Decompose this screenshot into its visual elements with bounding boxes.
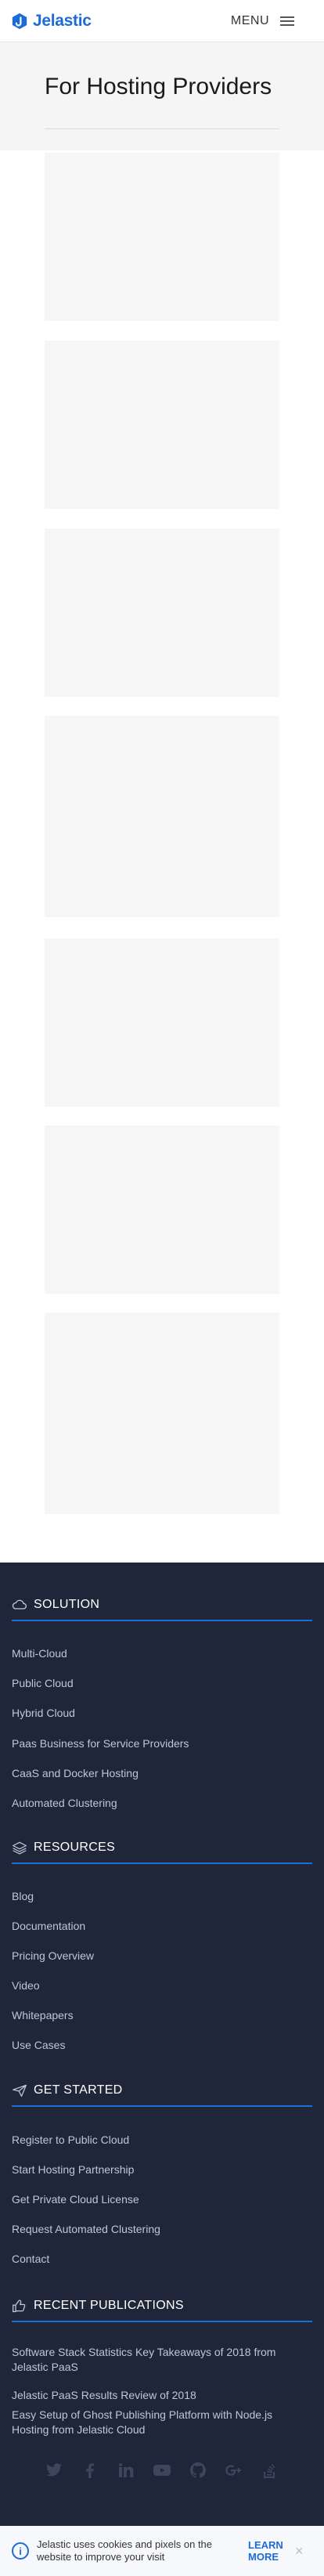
content-card — [45, 529, 279, 697]
content-card — [45, 1125, 279, 1294]
footer-resources-heading: RESOURCES — [12, 1833, 312, 1864]
publication-link[interactable]: Jelastic PaaS Results Review of 2018 — [12, 2388, 301, 2403]
github-icon[interactable] — [189, 2461, 207, 2480]
publication-link[interactable]: Software Stack Statistics Key Takeaways … — [12, 2345, 301, 2375]
layers-icon — [13, 1841, 27, 1855]
footer-solution-heading: SOLUTION — [12, 1590, 312, 1621]
footer-link-whitepapers[interactable]: Whitepapers — [12, 2009, 74, 2021]
footer-link-caas-docker[interactable]: CaaS and Docker Hosting — [12, 1767, 139, 1779]
cookie-message: Jelastic uses cookies and pixels on the … — [37, 2538, 213, 2563]
cloud-icon — [12, 1599, 27, 1610]
menu-button[interactable]: MENU — [231, 14, 294, 28]
page-title: For Hosting Providers — [45, 74, 272, 99]
cookie-banner: i Jelastic uses cookies and pixels on th… — [0, 2526, 324, 2576]
footer-link-request-clustering[interactable]: Request Automated Clustering — [12, 2223, 160, 2235]
footer-link-blog[interactable]: Blog — [12, 1890, 34, 1902]
footer-link-public-cloud[interactable]: Public Cloud — [12, 1677, 74, 1689]
footer-link-pricing-overview[interactable]: Pricing Overview — [12, 1949, 94, 1962]
thumbs-up-icon — [13, 2300, 26, 2313]
social-links — [45, 2461, 279, 2480]
menu-label: MENU — [230, 13, 269, 27]
content-card — [45, 1313, 279, 1514]
site-header: Jelastic MENU — [0, 0, 324, 42]
close-icon[interactable]: × — [295, 2543, 304, 2560]
facebook-icon[interactable] — [81, 2461, 99, 2480]
logo[interactable]: Jelastic — [11, 12, 92, 31]
footer-link-video[interactable]: Video — [12, 1979, 40, 1992]
footer-link-private-cloud-license[interactable]: Get Private Cloud License — [12, 2193, 139, 2206]
linkedin-icon[interactable] — [117, 2461, 135, 2480]
youtube-icon[interactable] — [153, 2461, 171, 2480]
footer-link-register-public-cloud[interactable]: Register to Public Cloud — [12, 2133, 129, 2146]
title-divider — [45, 128, 279, 129]
send-icon — [13, 2084, 27, 2097]
logo-text: Jelastic — [33, 11, 92, 30]
google-plus-icon[interactable] — [225, 2461, 243, 2480]
footer-publications-heading: RECENT PUBLICATIONS — [12, 2291, 312, 2322]
footer-link-documentation[interactable]: Documentation — [12, 1920, 85, 1932]
hamburger-icon — [280, 16, 294, 26]
content-card — [45, 153, 279, 321]
content-card — [45, 938, 279, 1107]
footer-link-paas-business[interactable]: Paas Business for Service Providers — [12, 1737, 189, 1750]
content-card — [45, 341, 279, 509]
footer-link-use-cases[interactable]: Use Cases — [12, 2039, 65, 2051]
learn-more-link[interactable]: LEARN MORE — [248, 2539, 283, 2563]
footer-get-started-heading: GET STARTED — [12, 2076, 312, 2107]
info-icon: i — [12, 2542, 29, 2560]
stackoverflow-icon[interactable] — [261, 2461, 279, 2480]
footer-link-contact[interactable]: Contact — [12, 2253, 49, 2265]
jelastic-logo-icon — [12, 13, 27, 29]
twitter-icon[interactable] — [45, 2461, 63, 2480]
hero-section: For Hosting Providers — [0, 42, 324, 150]
footer-link-automated-clustering[interactable]: Automated Clustering — [12, 1797, 117, 1809]
publication-link[interactable]: Easy Setup of Ghost Publishing Platform … — [12, 2408, 301, 2437]
content-card — [45, 716, 279, 917]
footer-link-start-hosting-partnership[interactable]: Start Hosting Partnership — [12, 2163, 134, 2176]
footer-link-multi-cloud[interactable]: Multi-Cloud — [12, 1647, 67, 1660]
footer-link-hybrid-cloud[interactable]: Hybrid Cloud — [12, 1707, 75, 1719]
